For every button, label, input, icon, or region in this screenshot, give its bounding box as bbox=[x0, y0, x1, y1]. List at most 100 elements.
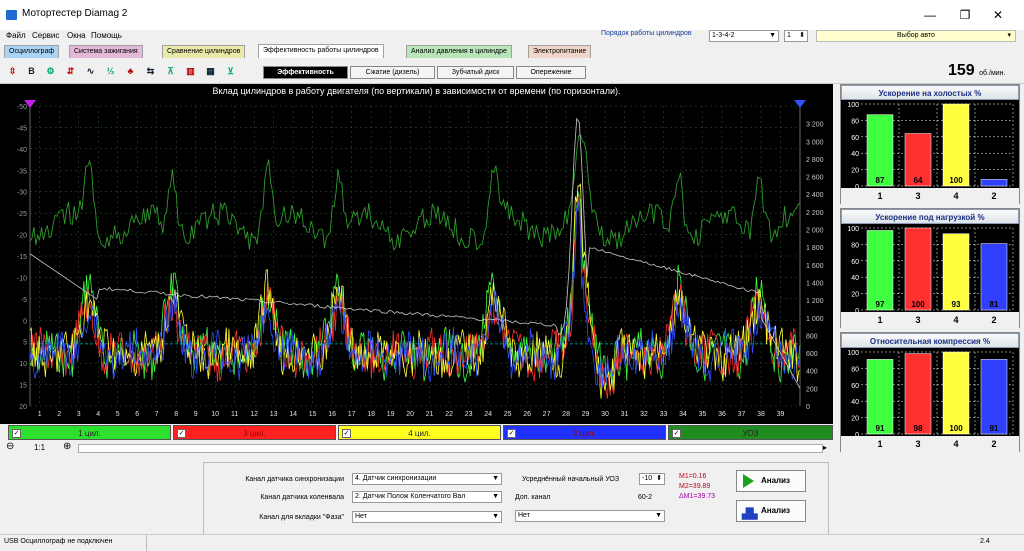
tab-3[interactable]: Эффективность работы цилиндров bbox=[258, 44, 384, 58]
panel-title-0: Ускорение на холостых % bbox=[841, 85, 1019, 100]
panel-1: Ускорение под нагрузкой % 100 80 60 40 20 0 97 1… bbox=[840, 208, 1020, 328]
select-car-dropdown[interactable]: Выбор авто ▾ bbox=[816, 30, 1016, 42]
checkbox-1[interactable]: ✓ bbox=[177, 429, 186, 438]
efficiency-chart[interactable]: -50 -45 -40 -35 -30 -25 -20 -15 -10 -5 0 5 10 15 20 1 2 3… bbox=[0, 84, 833, 424]
zoom-out-icon[interactable]: ⊖ bbox=[6, 441, 14, 452]
panel-tick: 20 bbox=[851, 416, 859, 423]
x-tick-label: 34 bbox=[679, 411, 687, 418]
analyze-bars-button[interactable]: ▟▙ Анализ bbox=[736, 500, 806, 522]
y-tick-label: -20 bbox=[17, 233, 27, 240]
zoom-in-icon[interactable]: ⊕ bbox=[63, 441, 71, 452]
legend-channel-2[interactable]: ✓ 4 цил. bbox=[338, 425, 501, 440]
sync-icon[interactable]: ⇆ bbox=[144, 65, 157, 78]
tab-1[interactable]: Система зажигания bbox=[69, 45, 143, 58]
x-tick-label: 1 bbox=[38, 411, 42, 418]
panel-tick: 40 bbox=[851, 399, 859, 406]
rpm-tick-label: 0 bbox=[806, 404, 810, 411]
panel-bar-label-0: 97 bbox=[876, 300, 885, 309]
analyze-button[interactable]: Анализ bbox=[736, 470, 806, 492]
tab-4[interactable]: Анализ давления в цилиндре bbox=[406, 45, 512, 58]
legend-channel-3[interactable]: ✓ 2 цил. bbox=[503, 425, 666, 440]
rpm-tick-label: 3 000 bbox=[806, 139, 824, 146]
chart-canvas[interactable]: -50-45-40-35-30-25-20-15-10-5051015201 2 3… bbox=[0, 84, 833, 424]
tab-5[interactable]: Электропитание bbox=[528, 45, 592, 58]
rpm-tick-label: 800 bbox=[806, 333, 818, 340]
x-tick-label: 26 bbox=[523, 411, 531, 418]
uoz-stepper[interactable]: -10 ⬍ bbox=[639, 473, 665, 485]
status-text: USB Осциллограф не подключен bbox=[4, 538, 113, 545]
wave-icon[interactable]: ∿ bbox=[84, 65, 97, 78]
uoz-label: Усреднённый начальный УОЗ bbox=[522, 476, 620, 483]
zoom-level: 1:1 bbox=[34, 443, 46, 452]
checkbox-4[interactable]: ✓ bbox=[672, 429, 681, 438]
funnel-icon[interactable]: ⊻ bbox=[224, 65, 237, 78]
stepper-icon: ⬍ bbox=[799, 32, 805, 39]
menu-windows[interactable]: Окна bbox=[67, 31, 86, 40]
table-icon[interactable]: ▦ bbox=[204, 65, 217, 78]
scroll-right-icon[interactable]: ▸ bbox=[823, 443, 827, 452]
series-c2 bbox=[29, 197, 801, 388]
cursor-icon[interactable]: ⇳ bbox=[6, 65, 19, 78]
subtab-1[interactable]: Сжатие (дизель) bbox=[350, 66, 435, 79]
bold-b-icon[interactable]: B bbox=[25, 65, 38, 78]
rpm-tick-label: 2 200 bbox=[806, 210, 824, 217]
tab-2[interactable]: Сравнение цилиндров bbox=[162, 45, 246, 58]
chevron-down-icon: ▾ bbox=[1007, 32, 1011, 39]
rpm-tick-label: 200 bbox=[806, 386, 818, 393]
menu-help[interactable]: Помощь bbox=[91, 31, 122, 40]
cylinder-count-value: 1 bbox=[787, 32, 791, 39]
cylinder-order-select[interactable]: 1-3-4-2 ▼ bbox=[709, 30, 779, 42]
close-button[interactable]: ✕ bbox=[978, 4, 1018, 26]
panel-tick: 0 bbox=[855, 184, 859, 191]
panel-tick: 40 bbox=[851, 275, 859, 282]
scale-icon[interactable]: ⇵ bbox=[64, 65, 77, 78]
teeth-config: 60-2 bbox=[638, 494, 653, 501]
rpm-tick-label: 2 000 bbox=[806, 228, 824, 235]
rpm-tick-label: 1 800 bbox=[806, 245, 824, 252]
crank-channel-select[interactable]: 2. Датчик Полож Коленчатого Вал ▼ bbox=[352, 491, 502, 503]
minimize-button[interactable]: — bbox=[910, 4, 950, 26]
tab-0[interactable]: Осциллограф bbox=[4, 45, 60, 58]
panel-cyl-label: 3 bbox=[915, 191, 920, 201]
checkbox-0[interactable]: ✓ bbox=[12, 429, 21, 438]
filter-icon[interactable]: ⊼ bbox=[164, 65, 177, 78]
x-tick-label: 4 bbox=[96, 411, 100, 418]
tree-icon[interactable]: ♣ bbox=[124, 65, 137, 78]
checkbox-2[interactable]: ✓ bbox=[342, 429, 351, 438]
panel-cyl-label: 2 bbox=[991, 439, 996, 449]
subtab-2[interactable]: Зубчатый диск bbox=[437, 66, 514, 79]
menu-service[interactable]: Сервис bbox=[32, 31, 59, 40]
horizontal-scrollbar[interactable] bbox=[78, 444, 823, 453]
y-tick-label: 0 bbox=[23, 318, 27, 325]
legend-channel-0[interactable]: ✓ 1 цил. bbox=[8, 425, 171, 440]
panel-bar-label-1: 98 bbox=[914, 424, 923, 433]
legend-channel-1[interactable]: ✓ 3 цил. bbox=[173, 425, 336, 440]
extra-channel-select[interactable]: Нет ▼ bbox=[515, 510, 665, 522]
legend-label-1: 3 цил. bbox=[243, 429, 266, 438]
cylinder-count-stepper[interactable]: 1 ⬍ bbox=[784, 30, 808, 42]
crank-channel-label: Канал датчика коленвала bbox=[260, 494, 344, 501]
rpm-gear-icon[interactable]: ⚙ bbox=[44, 65, 57, 78]
legend-channel-4[interactable]: ✓ УОЗ bbox=[668, 425, 833, 440]
y-tick-label: 15 bbox=[19, 383, 27, 390]
panel-0: Ускорение на холостых % 100 80 60 40 20 0 87 1 64… bbox=[840, 84, 1020, 204]
x-tick-label: 11 bbox=[231, 411, 238, 418]
subtab-0[interactable]: Эффективность bbox=[263, 66, 348, 79]
panel-cyl-label: 1 bbox=[877, 315, 882, 325]
phase-channel-select[interactable]: Нет ▼ bbox=[352, 511, 502, 523]
sync-channel-select[interactable]: 4. Датчик синхронизации ▼ bbox=[352, 473, 502, 485]
chart-icon[interactable]: ▥ bbox=[184, 65, 197, 78]
rpm-tick-label: 2 800 bbox=[806, 157, 824, 164]
subtab-3[interactable]: Опережение bbox=[516, 66, 586, 79]
panel-bar-label-2: 100 bbox=[949, 424, 963, 433]
crank-channel-value: 2. Датчик Полож Коленчатого Вал bbox=[355, 493, 466, 500]
panel-tick: 60 bbox=[851, 383, 859, 390]
ratio-icon[interactable]: ½ bbox=[104, 65, 117, 78]
panel-bar-0 bbox=[866, 359, 894, 435]
analyze-button-label: Анализ bbox=[761, 476, 791, 485]
x-tick-label: 21 bbox=[426, 411, 434, 418]
x-tick-label: 22 bbox=[445, 411, 453, 418]
chevron-down-icon: ▼ bbox=[769, 32, 776, 39]
menu-file[interactable]: Файл bbox=[6, 31, 26, 40]
checkbox-3[interactable]: ✓ bbox=[507, 429, 516, 438]
